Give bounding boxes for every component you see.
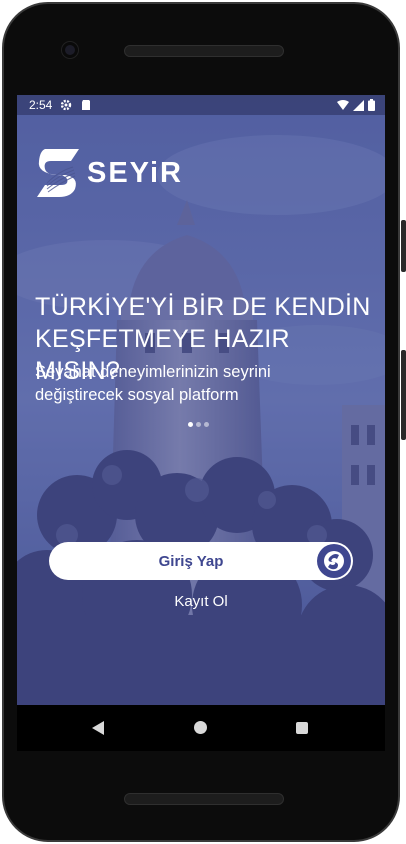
- headline-line-1: TÜRKİYE'Yİ BİR DE KENDİN: [35, 293, 371, 321]
- carousel-dot-1[interactable]: [188, 422, 193, 427]
- wifi-icon: [337, 99, 349, 110]
- status-time: 2:54: [29, 98, 53, 112]
- subtitle-line-1: Seyahat deneyimlerinizin seyrini: [35, 363, 271, 381]
- volume-button: [401, 350, 406, 440]
- brand-name: SEYiR: [87, 156, 183, 189]
- hero-subtitle: Seyahat deneyimlerinizin seyrini değişti…: [35, 361, 365, 407]
- register-link[interactable]: Kayıt Ol: [17, 593, 385, 610]
- recent-apps-icon[interactable]: [296, 722, 308, 734]
- carousel-dot-3[interactable]: [204, 422, 209, 427]
- login-logo-icon: [317, 544, 351, 578]
- android-navigation-bar: [17, 705, 385, 751]
- subtitle-line-2: değiştirecek sosyal platform: [35, 386, 239, 404]
- cellular-signal-icon: [353, 99, 364, 111]
- phone-frame: 2:54 SEYiR TÜRKİYE'Yİ BİR DE KENDİN KEŞF…: [0, 0, 406, 844]
- login-button[interactable]: Giriş Yap: [49, 542, 353, 580]
- top-speaker: [124, 45, 284, 57]
- front-camera: [62, 42, 78, 58]
- carousel-indicator: [188, 422, 209, 427]
- settings-gear-icon: [61, 99, 72, 111]
- battery-icon: [368, 99, 375, 111]
- status-bar: 2:54: [17, 95, 385, 115]
- login-button-label: Giriş Yap: [158, 552, 224, 570]
- seyir-logo-icon: [37, 149, 79, 197]
- carousel-dot-2[interactable]: [196, 422, 201, 427]
- brand-logo: SEYiR: [35, 147, 183, 199]
- home-icon[interactable]: [194, 721, 207, 734]
- sd-card-icon: [82, 100, 91, 110]
- app-screen: 2:54 SEYiR TÜRKİYE'Yİ BİR DE KENDİN KEŞF…: [17, 95, 385, 705]
- bottom-speaker: [124, 793, 284, 805]
- power-button: [401, 220, 406, 272]
- back-icon[interactable]: [92, 721, 105, 735]
